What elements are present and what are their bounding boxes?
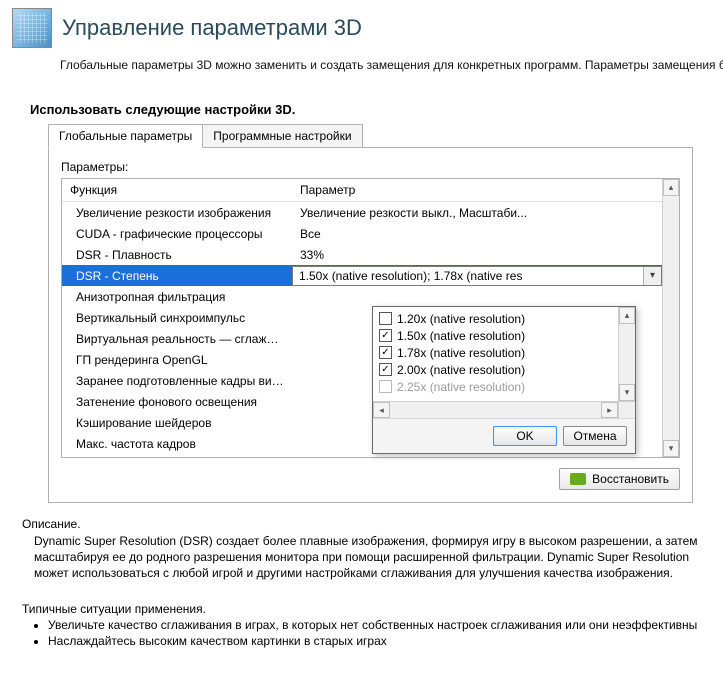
grid-header: Функция Параметр [62,179,662,202]
table-row[interactable]: Увеличение резкости изображения Увеличен… [62,202,662,223]
table-row[interactable]: CUDA - графические процессоры Все [62,223,662,244]
dsr-option[interactable]: 1.20x (native resolution) [379,310,618,327]
description-title: Описание. [22,517,703,531]
description-text: Dynamic Super Resolution (DSR) создает б… [34,533,703,582]
checkbox-checked-icon[interactable] [379,329,392,342]
checkbox-icon[interactable] [379,312,392,325]
tab-global[interactable]: Глобальные параметры [48,124,203,148]
ok-button[interactable]: OK [493,426,557,446]
usage-title: Типичные ситуации применения. [22,602,703,616]
table-row-selected[interactable]: DSR - Степень 1.50x (native resolution);… [62,265,662,286]
scroll-up-icon[interactable]: ▴ [619,307,635,324]
dsr-option[interactable]: 2.00x (native resolution) [379,361,618,378]
intro-text: Глобальные параметры 3D можно заменить и… [0,52,723,74]
dsr-option[interactable]: 2.25x (native resolution) [379,378,618,395]
popup-hscroll[interactable]: ◂ ▸ [373,401,635,418]
grid-scrollbar[interactable]: ▴ ▾ [662,179,679,457]
nvidia-logo-icon [570,473,586,485]
scroll-up-icon[interactable]: ▴ [663,179,679,196]
cancel-button[interactable]: Отмена [563,426,627,446]
dsr-degree-options-popup: 1.20x (native resolution) 1.50x (native … [372,306,636,454]
params-label: Параметры: [61,160,680,174]
tab-program[interactable]: Программные настройки [202,124,362,148]
dsr-option[interactable]: 1.78x (native resolution) [379,344,618,361]
usage-item: Увеличьте качество сглаживания в играх, … [48,618,703,634]
tab-strip: Глобальные параметры Программные настрой… [48,123,723,147]
checkbox-checked-icon[interactable] [379,346,392,359]
table-row[interactable]: DSR - Плавность 33% [62,244,662,265]
scroll-down-icon[interactable]: ▾ [663,440,679,457]
description-block: Описание. Dynamic Super Resolution (DSR)… [22,517,703,582]
popup-vscroll[interactable]: ▴ ▾ [618,307,635,401]
table-row[interactable]: Анизотропная фильтрация [62,286,662,307]
scroll-down-icon[interactable]: ▾ [619,384,635,401]
usage-block: Типичные ситуации применения. Увеличьте … [22,602,703,650]
usage-item: Наслаждайтесь высоким качеством картинки… [48,634,703,650]
page-title: Управление параметрами 3D [62,15,362,41]
use-settings-label: Использовать следующие настройки 3D. [30,102,703,117]
checkbox-checked-icon[interactable] [379,363,392,376]
dsr-option[interactable]: 1.50x (native resolution) [379,327,618,344]
scroll-left-icon[interactable]: ◂ [373,402,390,418]
chevron-down-icon[interactable]: ▾ [643,267,661,285]
app-icon [12,8,52,48]
scroll-right-icon[interactable]: ▸ [601,402,618,418]
grid-header-parameter[interactable]: Параметр [292,179,662,201]
restore-button[interactable]: Восстановить [559,468,680,490]
grid-header-function[interactable]: Функция [62,179,292,201]
dsr-degree-dropdown[interactable]: 1.50x (native resolution); 1.78x (native… [292,266,662,286]
checkbox-icon[interactable] [379,380,392,393]
